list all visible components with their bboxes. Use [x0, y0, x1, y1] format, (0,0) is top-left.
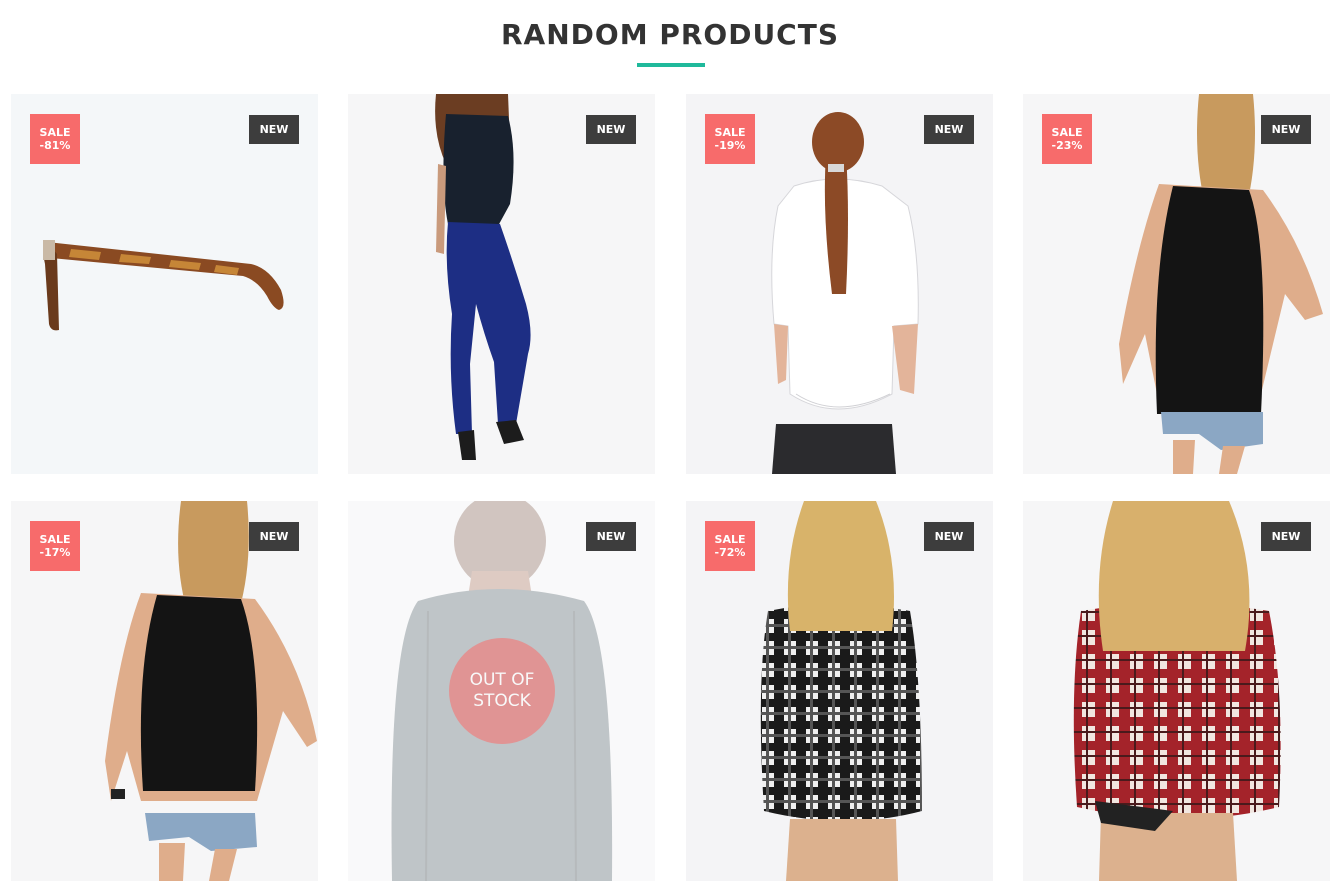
new-badge: NEW: [249, 115, 299, 144]
new-badge: NEW: [586, 115, 636, 144]
product-grid: SALE -81% NEW NEW SALE -19% NEW SALE -23…: [0, 0, 1340, 894]
product-image-red-plaid-shirt: [1023, 501, 1330, 881]
new-badge: NEW: [1261, 115, 1311, 144]
new-badge: NEW: [586, 522, 636, 551]
new-badge: NEW: [249, 522, 299, 551]
sale-badge: SALE -72%: [705, 521, 755, 571]
product-card[interactable]: SALE -81% NEW: [11, 94, 318, 474]
new-badge: NEW: [1261, 522, 1311, 551]
new-badge: NEW: [924, 522, 974, 551]
sale-badge: SALE -23%: [1042, 114, 1092, 164]
product-card[interactable]: SALE -23% NEW: [1023, 94, 1330, 474]
out-of-stock-badge: OUT OF STOCK: [449, 638, 555, 744]
product-card[interactable]: NEW: [1023, 501, 1330, 881]
new-badge: NEW: [924, 115, 974, 144]
product-card[interactable]: NEW: [348, 94, 655, 474]
product-card[interactable]: SALE -19% NEW: [686, 94, 993, 474]
sale-badge: SALE -81%: [30, 114, 80, 164]
product-card[interactable]: SALE -72% NEW: [686, 501, 993, 881]
sale-badge: SALE -19%: [705, 114, 755, 164]
product-card[interactable]: NEW OUT OF STOCK: [348, 501, 655, 881]
product-card[interactable]: SALE -17% NEW: [11, 501, 318, 881]
product-image-jeans: [348, 94, 655, 474]
sale-badge: SALE -17%: [30, 521, 80, 571]
